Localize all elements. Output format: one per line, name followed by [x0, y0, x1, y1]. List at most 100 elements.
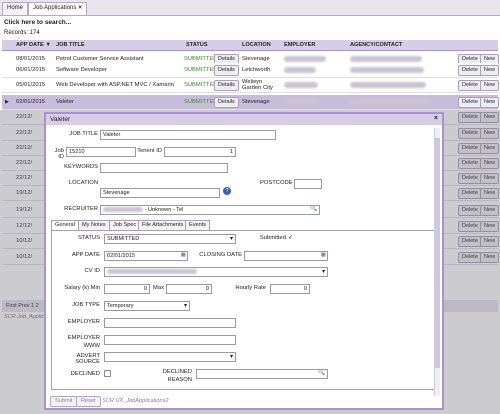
dialog-title: Valeter: [50, 116, 71, 123]
new-button[interactable]: New: [480, 80, 500, 91]
cell-agency-contact: [350, 82, 426, 88]
details-button[interactable]: Details: [214, 65, 239, 76]
tab-job-applications-label: Job Applications: [33, 5, 77, 11]
job-dialog: Valeter × JOB TITLE Valeter Job ID 15210…: [44, 112, 444, 410]
app-date-value: 02/01/2015: [107, 253, 135, 259]
job-title-input[interactable]: Valeter: [100, 130, 276, 140]
recruiter-input[interactable]: - Unknown - Tel 🔍: [100, 205, 320, 215]
reset-button[interactable]: Reset: [76, 396, 101, 407]
search-link[interactable]: Click here to search...: [4, 19, 71, 26]
job-type-label: JOB TYPE: [72, 302, 100, 308]
table-row[interactable]: ▶ 02/01/2015 Valeter SUBMITTED Details Steven…: [2, 95, 500, 110]
employer-www-label: EMPLOYER WWW: [67, 335, 100, 349]
cell-status: SUBMITTED: [184, 99, 218, 105]
search-icon[interactable]: 🔍: [310, 206, 317, 212]
cell-location: Welwyn Garden City: [242, 79, 273, 91]
hourly-rate-input[interactable]: 0: [270, 284, 310, 294]
job-type-select[interactable]: Temporary: [104, 301, 190, 311]
cell-status: SUBMITTED: [184, 82, 218, 88]
search-icon[interactable]: 🔍: [318, 370, 325, 376]
col-job-title[interactable]: JOB TITLE: [56, 42, 85, 48]
tab-my-notes[interactable]: My Notes: [78, 220, 110, 230]
tab-job-spec[interactable]: Job Spec: [109, 220, 141, 230]
tab-bar: Home Job Applications ×: [0, 0, 500, 16]
keywords-label: KEYWORDS: [64, 164, 98, 170]
location-label: LOCATION: [68, 180, 98, 186]
details-button[interactable]: Details: [214, 97, 239, 108]
cell-job-title: Valeter: [56, 99, 74, 105]
cell-app-date: 02/01/2015: [16, 99, 46, 105]
tab-home[interactable]: Home: [2, 2, 29, 15]
cell-job-title: Software Developer: [56, 67, 107, 73]
new-button[interactable]: New: [480, 65, 500, 76]
cell-agency-contact: [350, 67, 424, 73]
job-id-label: Job ID: [54, 148, 64, 160]
job-title-label: JOB TITLE: [69, 131, 98, 137]
keywords-input[interactable]: [100, 163, 228, 173]
submit-button[interactable]: Submit: [50, 396, 78, 407]
tab-events[interactable]: Events: [185, 220, 211, 230]
selected-row-icon: ▶: [5, 99, 9, 105]
dialog-title-bar: Valeter ×: [46, 114, 442, 125]
tenant-id-label: Tenent ID: [137, 148, 162, 154]
cell-agency-contact: [350, 99, 432, 105]
general-panel: STATUS SUBMITTED Submitted ✓ APP DATE 02…: [51, 230, 437, 390]
employer-input[interactable]: [104, 318, 236, 328]
tenant-id-input[interactable]: 1: [164, 147, 236, 157]
cell-job-title: Web Developer with ASP.NET MVC / Xamarin: [56, 82, 174, 88]
postcode-label: POSTCODE: [260, 180, 293, 186]
salary-min-input[interactable]: 0: [104, 284, 150, 294]
col-location[interactable]: LOCATION: [242, 42, 271, 48]
location-input[interactable]: Stevenage: [100, 188, 220, 198]
delete-button[interactable]: Delete: [458, 80, 482, 91]
help-icon[interactable]: ?: [223, 187, 231, 195]
advert-source-select[interactable]: [104, 352, 236, 362]
table-row[interactable]: 06/01/2015 Software Developer SUBMITTED Det…: [2, 63, 500, 78]
declined-checkbox[interactable]: [104, 370, 111, 377]
cell-agency-contact: [350, 56, 422, 62]
closing-date-input[interactable]: ▦: [244, 251, 328, 261]
app-date-input[interactable]: 02/01/2015 ▦: [104, 251, 188, 261]
cell-app-date: 06/01/2015: [16, 67, 46, 73]
cv-id-select[interactable]: [104, 267, 328, 277]
declined-reason-input[interactable]: 🔍: [196, 369, 328, 379]
dialog-path: SCR UX_JobApplications2: [102, 398, 169, 404]
cell-status: SUBMITTED: [184, 67, 218, 73]
status-select[interactable]: SUBMITTED: [104, 234, 236, 244]
details-button[interactable]: Details: [214, 80, 239, 91]
declined-label: DECLINED: [70, 371, 100, 377]
recruiter-label: RECRUITER: [64, 206, 98, 212]
calendar-icon[interactable]: ▦: [321, 252, 326, 258]
app-date-label: APP DATE: [71, 252, 100, 258]
cell-status: SUBMITTED: [184, 56, 218, 62]
salary-min-label: Salary (k) Min: [64, 285, 100, 291]
col-status[interactable]: STATUS: [186, 42, 208, 48]
calendar-icon[interactable]: ▦: [181, 252, 186, 258]
cv-id-label: CV ID: [84, 268, 100, 274]
col-employer[interactable]: EMPLOYER: [284, 42, 315, 48]
closing-date-label: CLOSING DATE: [199, 252, 242, 258]
employer-www-input[interactable]: [104, 335, 236, 345]
tab-job-applications[interactable]: Job Applications ×: [28, 2, 87, 15]
delete-button[interactable]: Delete: [458, 65, 482, 76]
col-agency-contact[interactable]: AGENCY/CONTACT: [350, 42, 402, 48]
delete-button[interactable]: Delete: [458, 97, 482, 108]
postcode-input[interactable]: [294, 179, 322, 189]
new-button[interactable]: New: [480, 97, 500, 108]
recruiter-blurred: [103, 207, 143, 213]
salary-max-input[interactable]: 0: [166, 284, 212, 294]
cv-id-blurred: [107, 269, 197, 275]
dialog-close-icon[interactable]: ×: [434, 115, 438, 122]
table-row[interactable]: 05/01/2015 Web Developer with ASP.NET MVC…: [2, 78, 500, 93]
cell-employer: [284, 82, 318, 88]
cell-location: Stevenage: [242, 56, 270, 62]
submitted-checkbox[interactable]: ✓: [288, 234, 293, 241]
tab-file-attachments[interactable]: File Attachments: [138, 220, 188, 230]
job-id-input[interactable]: 15210: [66, 147, 136, 157]
close-icon[interactable]: ×: [78, 5, 82, 11]
col-app-date[interactable]: APP DATE ▼: [16, 42, 51, 48]
scrollbar-thumb[interactable]: [435, 138, 440, 368]
dialog-scrollbar[interactable]: [434, 128, 440, 396]
declined-reason-label: DECLINED REASON: [162, 369, 192, 383]
tab-general[interactable]: General: [51, 220, 79, 230]
